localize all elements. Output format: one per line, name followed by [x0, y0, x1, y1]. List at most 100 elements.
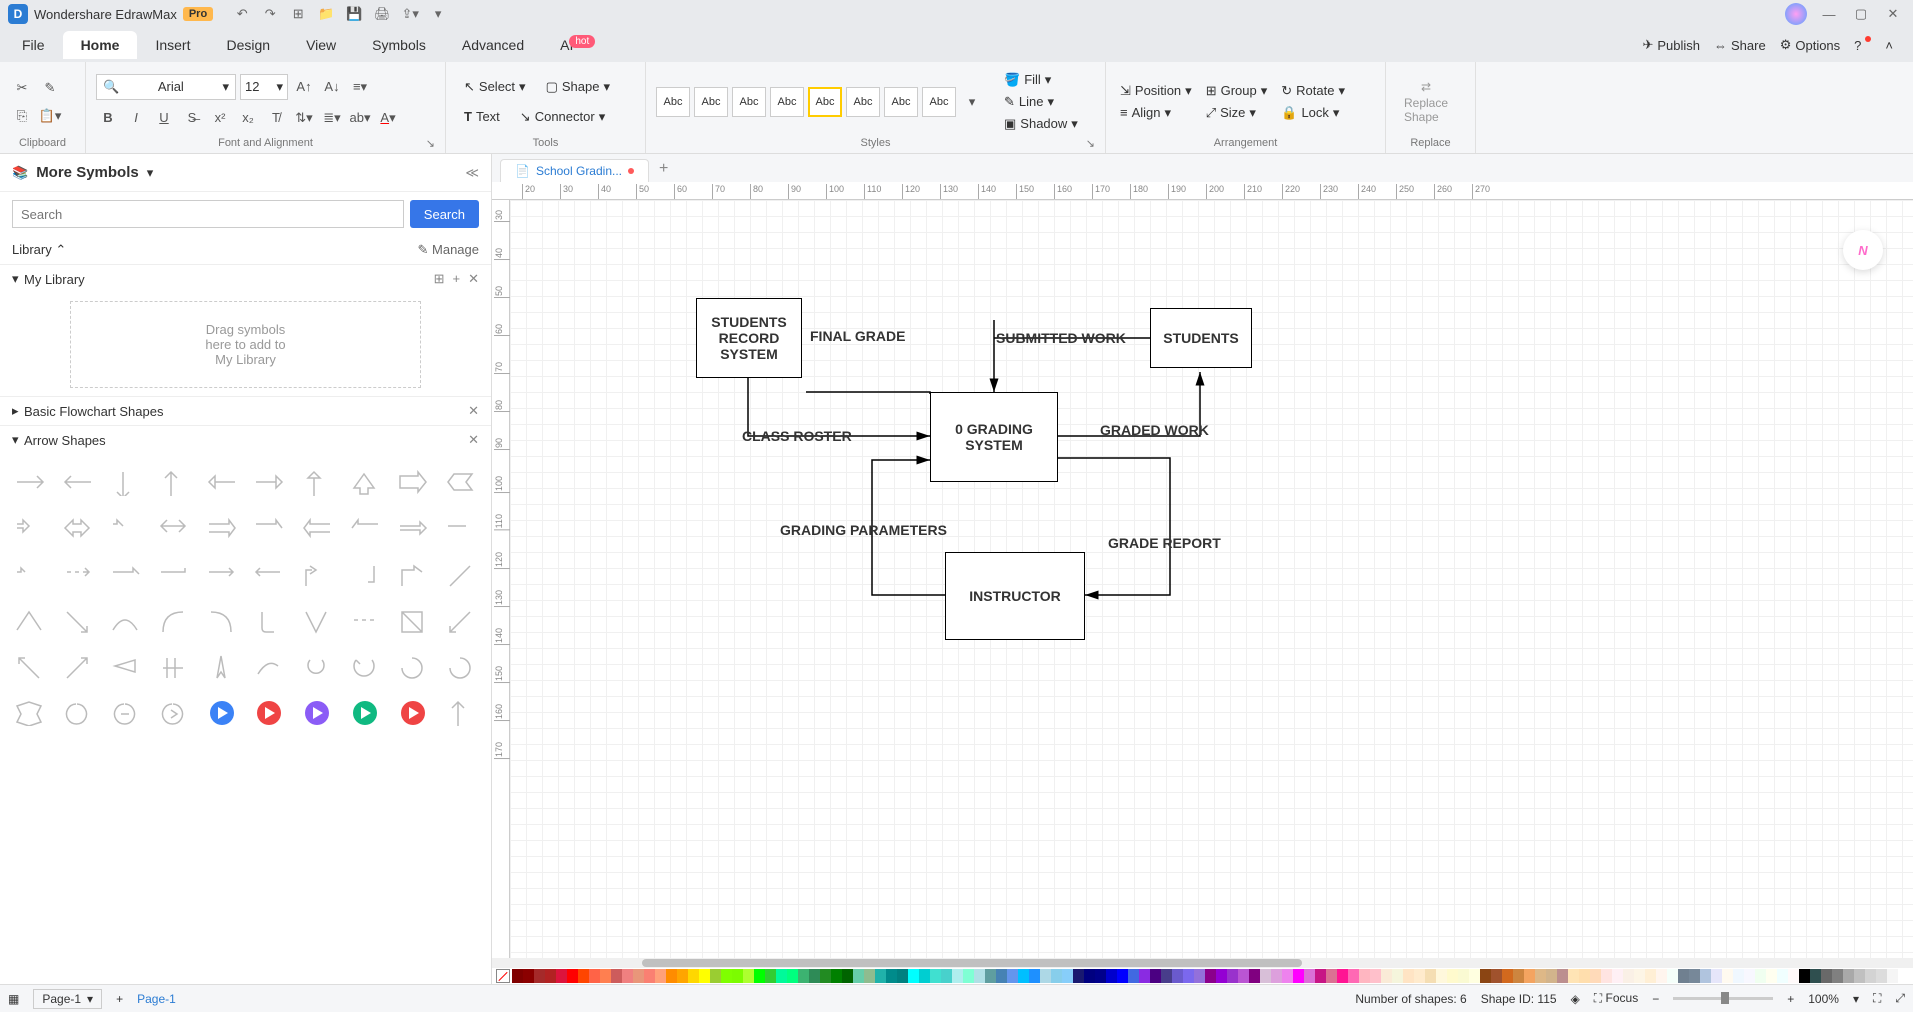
arrow-shape[interactable]	[200, 646, 244, 688]
arrow-shape[interactable]	[104, 646, 148, 688]
font-size-select[interactable]: 12▾	[240, 74, 288, 100]
color-swatch[interactable]	[930, 969, 941, 983]
color-swatch[interactable]	[534, 969, 545, 983]
color-swatch[interactable]	[1095, 969, 1106, 983]
color-swatch[interactable]	[1700, 969, 1711, 983]
lock-dropdown[interactable]: 🔒 Lock▾	[1277, 103, 1349, 123]
no-fill-swatch[interactable]	[496, 969, 510, 983]
color-swatch[interactable]	[556, 969, 567, 983]
style-swatch[interactable]: Abc	[694, 87, 728, 117]
color-swatch[interactable]	[1645, 969, 1656, 983]
color-swatch[interactable]	[512, 969, 523, 983]
color-swatch[interactable]	[1447, 969, 1458, 983]
color-swatch[interactable]	[1722, 969, 1733, 983]
strike-icon[interactable]: S̶	[180, 106, 204, 130]
superscript-icon[interactable]: x²	[208, 106, 232, 130]
close-lib-icon[interactable]: ✕	[468, 271, 479, 287]
arrow-shape[interactable]	[152, 600, 196, 642]
bold-icon[interactable]: B	[96, 106, 120, 130]
arrow-shape[interactable]	[439, 646, 483, 688]
color-swatch[interactable]	[1227, 969, 1238, 983]
add-lib-icon[interactable]: +	[453, 271, 461, 287]
node-students[interactable]: STUDENTS	[1150, 308, 1252, 368]
print-icon[interactable]: 🖨	[373, 5, 391, 23]
line-dropdown[interactable]: ✎ Line▾	[1000, 92, 1082, 112]
color-swatch[interactable]	[1854, 969, 1865, 983]
color-swatch[interactable]	[897, 969, 908, 983]
color-swatch[interactable]	[545, 969, 556, 983]
arrow-shape[interactable]	[152, 646, 196, 688]
label-grading-parameters[interactable]: GRADING PARAMETERS	[780, 522, 947, 538]
arrow-shape[interactable]	[104, 508, 148, 550]
color-swatch[interactable]	[853, 969, 864, 983]
color-swatch[interactable]	[941, 969, 952, 983]
color-swatch[interactable]	[743, 969, 754, 983]
color-swatch[interactable]	[1843, 969, 1854, 983]
color-swatch[interactable]	[875, 969, 886, 983]
color-swatch[interactable]	[1403, 969, 1414, 983]
add-tab-button[interactable]: +	[649, 156, 678, 182]
arrow-shape[interactable]	[56, 462, 100, 504]
color-swatch[interactable]	[1744, 969, 1755, 983]
color-swatch[interactable]	[1304, 969, 1315, 983]
color-swatch[interactable]	[1491, 969, 1502, 983]
arrow-shape[interactable]	[56, 600, 100, 642]
arrow-shape[interactable]	[391, 554, 435, 596]
color-swatch[interactable]	[1865, 969, 1876, 983]
shape-tool[interactable]: ▢ Shape▾	[538, 75, 618, 99]
collapse-sidebar-icon[interactable]: ≪	[465, 165, 479, 181]
horizontal-scrollbar[interactable]	[492, 958, 1913, 968]
color-swatch[interactable]	[1150, 969, 1161, 983]
color-swatch[interactable]	[1810, 969, 1821, 983]
style-swatch[interactable]: Abc	[922, 87, 956, 117]
color-swatch[interactable]	[1018, 969, 1029, 983]
group-dropdown[interactable]: ⊞ Group▾	[1202, 81, 1272, 101]
color-swatch[interactable]	[809, 969, 820, 983]
zoom-in-icon[interactable]: +	[1787, 992, 1794, 1006]
tab-symbols[interactable]: Symbols	[354, 31, 444, 59]
arrow-shape[interactable]	[391, 692, 435, 734]
publish-button[interactable]: ✈ Publish	[1642, 37, 1700, 53]
color-swatch[interactable]	[1194, 969, 1205, 983]
arrow-shape[interactable]	[104, 462, 148, 504]
color-swatch[interactable]	[1546, 969, 1557, 983]
canvas[interactable]: STUDENTS RECORD SYSTEM STUDENTS 0 GRADIN…	[510, 200, 1913, 958]
arrow-shape[interactable]	[200, 600, 244, 642]
fullscreen-icon[interactable]: ⤢	[1895, 991, 1905, 1006]
search-input[interactable]	[12, 200, 404, 228]
color-swatch[interactable]	[1216, 969, 1227, 983]
shrink-font-icon[interactable]: A↓	[320, 75, 344, 99]
color-swatch[interactable]	[820, 969, 831, 983]
arrow-shape[interactable]	[391, 646, 435, 688]
close-section-icon[interactable]: ✕	[468, 432, 479, 448]
section-my-library[interactable]: ▾My Library ⊞ + ✕	[0, 264, 491, 293]
style-swatch[interactable]: Abc	[732, 87, 766, 117]
style-swatch[interactable]: Abc	[656, 87, 690, 117]
clear-format-icon[interactable]: T̸	[264, 106, 288, 130]
color-swatch[interactable]	[1821, 969, 1832, 983]
color-swatch[interactable]	[1282, 969, 1293, 983]
text-tool[interactable]: T Text	[456, 105, 508, 128]
minimize-icon[interactable]: —	[1817, 2, 1841, 26]
color-swatch[interactable]	[985, 969, 996, 983]
arrow-shape[interactable]	[104, 692, 148, 734]
arrow-shape[interactable]	[56, 646, 100, 688]
color-swatch[interactable]	[908, 969, 919, 983]
launcher-icon[interactable]: ↘	[426, 137, 435, 150]
tab-file[interactable]: File	[4, 31, 63, 59]
style-swatch[interactable]: Abc	[770, 87, 804, 117]
arrow-shape[interactable]	[248, 692, 292, 734]
color-swatch[interactable]	[1623, 969, 1634, 983]
arrow-shape[interactable]	[152, 554, 196, 596]
launcher-icon[interactable]: ↘	[1086, 137, 1095, 150]
color-swatch[interactable]	[1667, 969, 1678, 983]
tab-design[interactable]: Design	[208, 31, 288, 59]
color-swatch[interactable]	[666, 969, 677, 983]
arrow-shape[interactable]	[343, 508, 387, 550]
tab-view[interactable]: View	[288, 31, 354, 59]
layers-icon[interactable]: ◈	[1571, 992, 1580, 1006]
arrow-shape[interactable]	[56, 554, 100, 596]
color-swatch[interactable]	[655, 969, 666, 983]
color-swatch[interactable]	[732, 969, 743, 983]
color-swatch[interactable]	[1766, 969, 1777, 983]
